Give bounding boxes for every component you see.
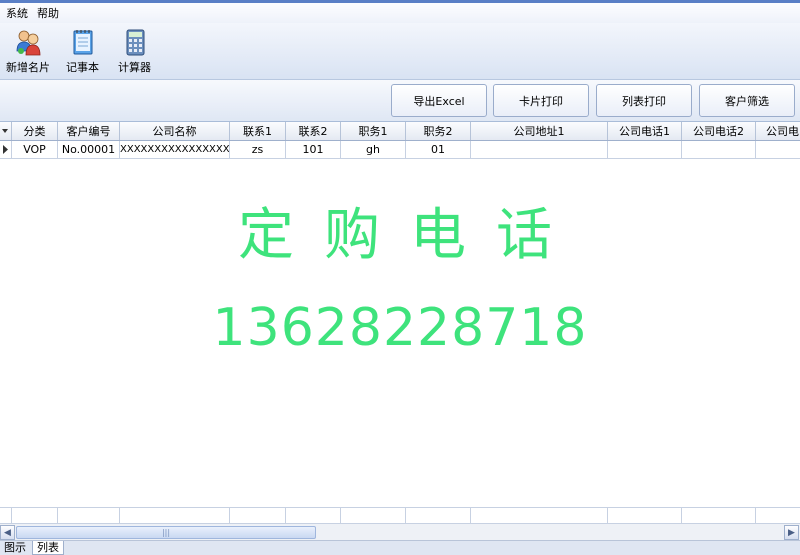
calculator-icon <box>126 29 144 56</box>
order-phone-title: 定购电话 <box>238 203 582 268</box>
footer-cell <box>0 508 12 523</box>
grid-header: 分类 客户编号 公司名称 联系1 联系2 职务1 职务2 公司地址1 公司电话1… <box>0 122 800 141</box>
column-header[interactable]: 职务1 <box>341 122 406 140</box>
cell-customer-number[interactable]: No.00001 <box>58 141 120 158</box>
calculator-button[interactable]: 计算器 <box>118 27 151 75</box>
grid-footer-row <box>0 507 800 524</box>
column-header[interactable]: 公司地址1 <box>471 122 608 140</box>
horizontal-scrollbar[interactable]: ◀ ||| ▶ <box>0 524 800 541</box>
action-bar: 导出Excel 卡片打印 列表打印 客户筛选 <box>0 80 800 122</box>
column-header[interactable]: 公司电话2 <box>682 122 756 140</box>
column-header[interactable]: 分类 <box>12 122 58 140</box>
cell-address1[interactable] <box>471 141 608 158</box>
cell-position1[interactable]: gh <box>341 141 406 158</box>
triangle-down-icon <box>2 129 8 133</box>
scroll-left-button[interactable]: ◀ <box>0 525 15 540</box>
scroll-thumb[interactable]: ||| <box>16 526 316 539</box>
footer-cell <box>12 508 58 523</box>
column-header[interactable]: 公司名称 <box>120 122 230 140</box>
footer-cell <box>230 508 286 523</box>
card-print-button[interactable]: 卡片打印 <box>493 84 589 117</box>
notepad-button[interactable]: 记事本 <box>66 27 99 75</box>
customer-filter-button[interactable]: 客户筛选 <box>699 84 795 117</box>
footer-cell <box>286 508 341 523</box>
toolbar-label: 计算器 <box>118 61 151 74</box>
footer-cell <box>608 508 682 523</box>
menu-bar: 系统 帮助 <box>0 3 800 23</box>
toolbar: 新增名片 记事本 计算器 <box>0 23 800 80</box>
list-print-button[interactable]: 列表打印 <box>596 84 692 117</box>
column-header[interactable]: 客户编号 <box>58 122 120 140</box>
cell-phone2[interactable] <box>682 141 756 158</box>
cell-category[interactable]: VOP <box>12 141 58 158</box>
cell-contact2[interactable]: 101 <box>286 141 341 158</box>
column-header[interactable]: 职务2 <box>406 122 471 140</box>
contacts-icon <box>16 30 41 56</box>
cell-phone1[interactable] <box>608 141 682 158</box>
export-excel-button[interactable]: 导出Excel <box>391 84 487 117</box>
cell-position2[interactable]: 01 <box>406 141 471 158</box>
toolbar-label: 新增名片 <box>6 61 50 74</box>
footer-cell <box>341 508 406 523</box>
cell-contact1[interactable]: zs <box>230 141 286 158</box>
column-header[interactable]: 公司电话1 <box>608 122 682 140</box>
tab-list[interactable]: 列表 <box>32 541 64 555</box>
notepad-icon <box>73 30 92 55</box>
footer-cell <box>120 508 230 523</box>
menu-help[interactable]: 帮助 <box>37 5 59 21</box>
view-tabs: 图示 列表 <box>0 541 800 555</box>
chevron-right-icon: ▶ <box>788 527 795 538</box>
cell-phone3[interactable] <box>756 141 800 158</box>
footer-cell <box>471 508 608 523</box>
footer-cell <box>58 508 120 523</box>
toolbar-label: 记事本 <box>66 61 99 74</box>
row-selector[interactable] <box>0 141 12 158</box>
column-header[interactable]: 联系2 <box>286 122 341 140</box>
cell-company-name[interactable]: XXXXXXXXXXXXXXXXXXXX <box>120 141 230 158</box>
grip-icon: ||| <box>161 528 171 537</box>
header-selector <box>0 122 12 140</box>
footer-cell <box>406 508 471 523</box>
order-phone-number: 13628228718 <box>212 298 588 358</box>
new-card-button[interactable]: 新增名片 <box>6 27 50 75</box>
scroll-right-button[interactable]: ▶ <box>784 525 799 540</box>
menu-system[interactable]: 系统 <box>6 5 28 21</box>
column-header[interactable]: 公司电 <box>756 122 800 140</box>
footer-cell <box>682 508 756 523</box>
column-header[interactable]: 联系1 <box>230 122 286 140</box>
table-row[interactable]: VOP No.00001 XXXXXXXXXXXXXXXXXXXX zs 101… <box>0 141 800 159</box>
tab-chart[interactable]: 图示 <box>0 541 30 555</box>
chevron-left-icon: ◀ <box>4 527 11 538</box>
row-pointer-icon <box>3 145 8 154</box>
